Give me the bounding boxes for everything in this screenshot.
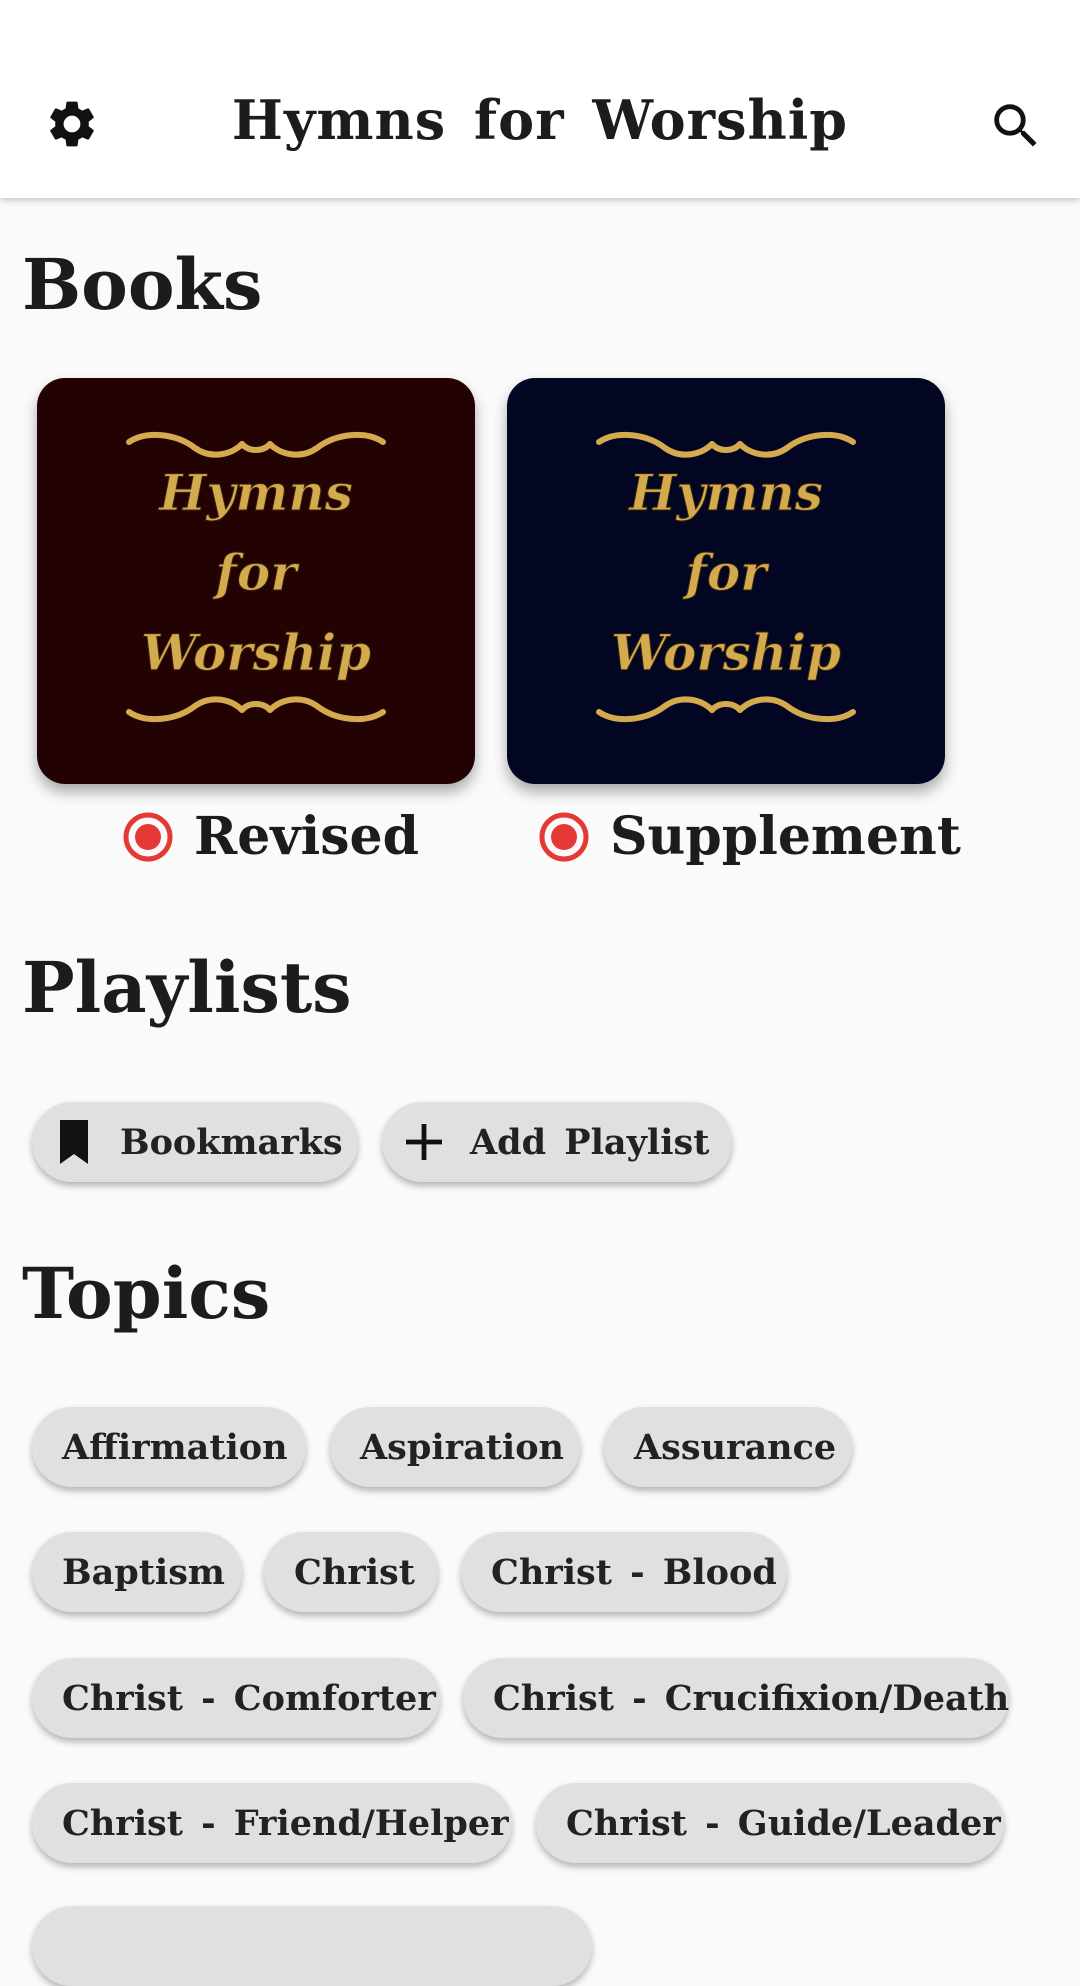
book-option-revised[interactable]: Revised — [122, 806, 419, 867]
topic-chip[interactable]: Christ — [264, 1532, 438, 1612]
add-playlist-button[interactable]: Add Playlist — [382, 1102, 732, 1182]
book-cover-art: Hymns for Worship — [37, 378, 475, 784]
plus-icon — [404, 1120, 444, 1164]
app-title: Hymns for Worship — [231, 88, 849, 152]
book-cover-supplement[interactable]: Hymns for Worship — [507, 378, 945, 784]
book-label-revised: Revised — [194, 806, 419, 867]
books-heading: Books — [22, 243, 263, 326]
playlists-heading: Playlists — [22, 946, 352, 1029]
cover-line-1: Hymns — [627, 463, 823, 522]
search-icon — [994, 104, 1037, 147]
topic-chip[interactable]: Christ - Crucifixion/Death — [463, 1658, 1009, 1738]
topic-chip[interactable]: Baptism — [32, 1532, 242, 1612]
playlist-chip-label: Add Playlist — [470, 1121, 710, 1163]
book-option-supplement[interactable]: Supplement — [538, 806, 961, 867]
topic-chip[interactable]: Assurance — [604, 1407, 852, 1487]
book-label-supplement: Supplement — [610, 806, 961, 867]
topic-chip[interactable]: Aspiration — [330, 1407, 580, 1487]
topic-chip[interactable]: Christ - Guide/Leader — [536, 1783, 1004, 1863]
topic-chip-partial[interactable] — [32, 1906, 592, 1986]
topic-chip[interactable]: Christ - Comforter — [32, 1658, 440, 1738]
cover-line-3: Worship — [611, 623, 841, 682]
playlist-chip-label: Bookmarks — [120, 1121, 343, 1163]
cover-line-3: Worship — [141, 623, 371, 682]
cover-line-2: for — [682, 543, 770, 602]
bookmark-icon — [54, 1120, 94, 1164]
app-bar: Hymns for Worship — [0, 0, 1080, 198]
topic-chip[interactable]: Christ - Friend/Helper — [32, 1783, 512, 1863]
radio-selected-icon[interactable] — [122, 811, 174, 863]
playlist-chip-bookmarks[interactable]: Bookmarks — [32, 1102, 358, 1182]
cover-line-2: for — [212, 543, 300, 602]
cover-line-1: Hymns — [157, 463, 353, 522]
topic-chip[interactable]: Affirmation — [32, 1407, 306, 1487]
topics-heading: Topics — [22, 1252, 271, 1335]
radio-selected-icon[interactable] — [538, 811, 590, 863]
book-cover-art: Hymns for Worship — [507, 378, 945, 784]
book-cover-revised[interactable]: Hymns for Worship — [37, 378, 475, 784]
topic-chip[interactable]: Christ - Blood — [461, 1532, 787, 1612]
search-button[interactable] — [986, 96, 1046, 156]
